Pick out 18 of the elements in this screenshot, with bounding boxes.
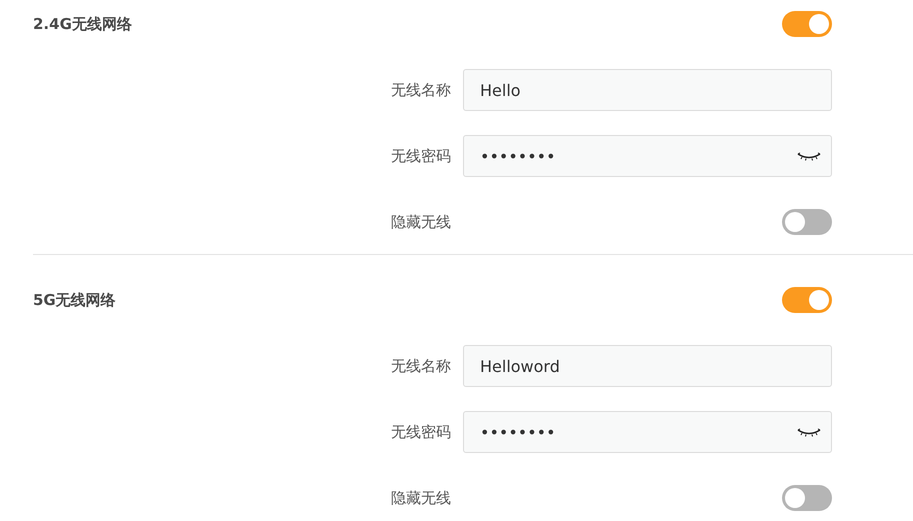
field-label: 隐藏无线 — [391, 488, 451, 508]
field-label: 隐藏无线 — [391, 212, 451, 232]
field-label: 无线密码 — [391, 422, 451, 442]
field-label: 无线名称 — [391, 80, 451, 100]
closed-eye-icon[interactable] — [797, 427, 821, 437]
section-title: 2.4G无线网络 — [33, 14, 132, 34]
section-title: 5G无线网络 — [33, 290, 116, 310]
toggle-switch[interactable] — [782, 209, 832, 235]
closed-eye-icon[interactable] — [797, 151, 821, 161]
toggle-switch[interactable] — [782, 11, 832, 37]
input-field[interactable]: •••••••• — [463, 411, 832, 453]
field-label: 无线名称 — [391, 356, 451, 376]
input-field[interactable]: •••••••• — [463, 135, 832, 177]
field-label: 无线密码 — [391, 146, 451, 166]
input-field[interactable]: Hello — [463, 69, 832, 111]
toggle-switch[interactable] — [782, 485, 832, 511]
input-field[interactable]: Helloword — [463, 345, 832, 387]
toggle-switch[interactable] — [782, 287, 832, 313]
